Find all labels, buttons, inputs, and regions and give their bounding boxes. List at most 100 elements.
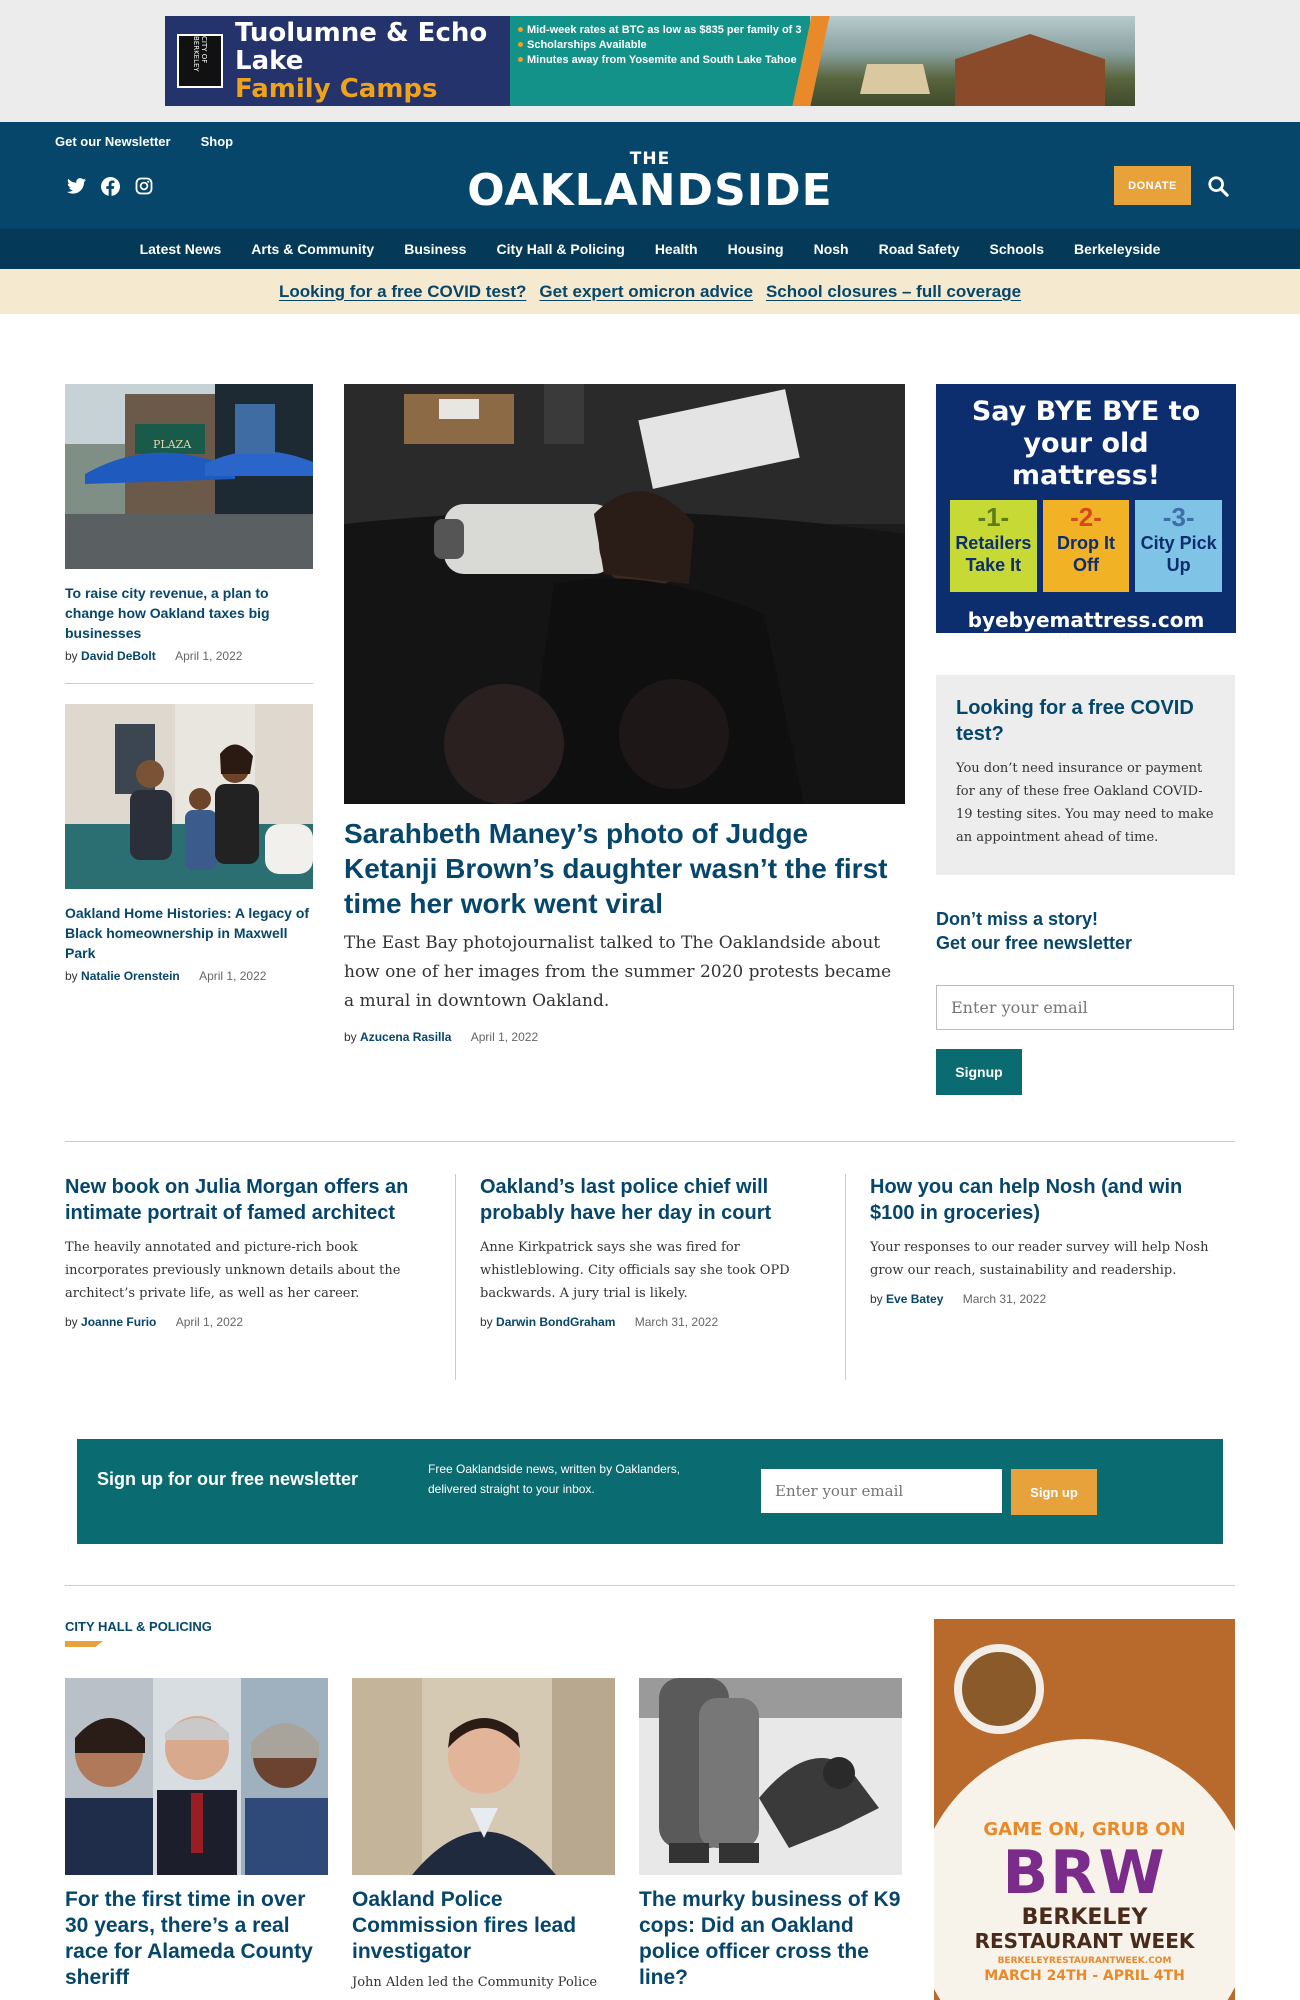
logo-name: OAKLANDSIDE	[467, 165, 833, 216]
search-icon[interactable]	[1207, 175, 1229, 202]
nav-housing[interactable]: Housing	[728, 241, 784, 257]
step-label: Drop It Off	[1057, 533, 1115, 575]
ad-bullets: Mid-week rates at BTC as low as $835 per…	[510, 16, 830, 106]
publish-date: March 31, 2022	[634, 1315, 719, 1329]
ad-bowl-shape	[954, 1644, 1044, 1734]
story-card: PLAZA To raise city revenue, a plan to c…	[65, 384, 313, 663]
nav-business[interactable]: Business	[404, 241, 466, 257]
ad-title-line2: Family Camps	[235, 74, 438, 104]
author-link[interactable]: Darwin BondGraham	[496, 1315, 615, 1329]
story-dek: The heavily annotated and picture-rich b…	[65, 1240, 401, 1301]
alert-link-omicron[interactable]: Get expert omicron advice	[539, 282, 753, 302]
mattress-step: -1- Retailers Take It	[950, 500, 1037, 592]
donate-button[interactable]: DONATE	[1114, 166, 1191, 205]
ad-brw-logo: BRW	[1002, 1838, 1167, 1908]
story-headline[interactable]: New book on Julia Morgan offers an intim…	[65, 1174, 431, 1226]
nav-berkeleyside[interactable]: Berkeleyside	[1074, 241, 1160, 257]
primary-nav: Latest News Arts & Community Business Ci…	[0, 229, 1300, 269]
story-card: New book on Julia Morgan offers an intim…	[65, 1174, 455, 1380]
step-number: -1-	[977, 502, 1010, 532]
ad-bullet: Scholarships Available	[518, 39, 830, 51]
publish-date: March 31, 2022	[962, 1292, 1047, 1306]
newsletter-banner-desc: Free Oaklandside news, written by Oaklan…	[428, 1462, 681, 1496]
story-image[interactable]	[639, 1678, 902, 1875]
alert-link-covid-test[interactable]: Looking for a free COVID test?	[279, 282, 526, 302]
ad-tagline: GAME ON, GRUB ON	[983, 1819, 1186, 1840]
email-field[interactable]	[936, 985, 1234, 1030]
sidebar: Say BYE BYE to your old mattress! -1- Re…	[936, 384, 1236, 1095]
byline-by: by	[870, 1292, 883, 1306]
author-link[interactable]: Natalie Orenstein	[81, 969, 180, 983]
mattress-ad[interactable]: Say BYE BYE to your old mattress! -1- Re…	[936, 384, 1236, 633]
author-link[interactable]: Joanne Furio	[81, 1315, 156, 1329]
city-of-berkeley-badge: CITY OF BERKELEY	[177, 34, 223, 88]
story-card: How you can help Nosh (and win $100 in g…	[845, 1174, 1235, 1380]
byline: by David DeBolt April 1, 2022	[65, 649, 313, 663]
ad-dates: MARCH 24TH - APRIL 4TH	[984, 1968, 1185, 1984]
nav-latest-news[interactable]: Latest News	[140, 241, 222, 257]
ad-photo	[792, 16, 1135, 106]
section-label[interactable]: CITY HALL & POLICING	[65, 1619, 212, 1634]
top-ad-region: CITY OF BERKELEY Tuolumne & Echo Lake Fa…	[0, 0, 1300, 122]
byline: by Eve Batey March 31, 2022	[870, 1292, 1211, 1306]
story-headline[interactable]: For the first time in over 30 years, the…	[65, 1887, 328, 1991]
left-column: PLAZA To raise city revenue, a plan to c…	[65, 384, 313, 983]
story-card: Oakland Police Commission fires lead inv…	[352, 1678, 615, 1993]
restaurant-week-ad-text: GAME ON, GRUB ON BRW BERKELEY RESTAURANT…	[934, 1819, 1235, 1984]
story-image[interactable]	[65, 1678, 328, 1875]
story-headline[interactable]: Oakland Home Histories: A legacy of Blac…	[65, 903, 313, 963]
story-dek: John Alden led the Community Police	[352, 1975, 598, 1990]
alert-bar: Looking for a free COVID test? Get exper…	[0, 269, 1300, 314]
restaurant-week-ad[interactable]: GAME ON, GRUB ON BRW BERKELEY RESTAURANT…	[934, 1619, 1235, 2000]
ad-name-line2: RESTAURANT WEEK	[974, 1929, 1195, 1953]
hero-headline[interactable]: Sarahbeth Maney’s photo of Judge Ketanji…	[344, 816, 905, 921]
nav-arts-community[interactable]: Arts & Community	[251, 241, 374, 257]
story-headline[interactable]: Oakland’s last police chief will probabl…	[480, 1174, 821, 1226]
family-camps-ad[interactable]: CITY OF BERKELEY Tuolumne & Echo Lake Fa…	[165, 16, 1135, 106]
masthead: Get our Newsletter Shop THE OAKLANDSIDE …	[0, 122, 1300, 229]
author-link[interactable]: Azucena Rasilla	[360, 1030, 451, 1044]
mattress-step: -3- City Pick Up	[1135, 500, 1223, 592]
nav-road-safety[interactable]: Road Safety	[879, 241, 960, 257]
step-label: Retailers Take It	[955, 533, 1032, 575]
email-field[interactable]	[761, 1469, 1002, 1513]
divider	[65, 1585, 1235, 1586]
covid-box-title[interactable]: Looking for a free COVID test?	[956, 695, 1215, 747]
hero-image[interactable]	[344, 384, 905, 804]
nav-nosh[interactable]: Nosh	[814, 241, 849, 257]
alert-link-school-closures[interactable]: School closures – full coverage	[766, 282, 1021, 302]
byline-by: by	[344, 1030, 357, 1044]
nav-city-hall-policing[interactable]: City Hall & Policing	[496, 241, 624, 257]
site-logo[interactable]: THE OAKLANDSIDE	[0, 150, 1300, 214]
story-row: New book on Julia Morgan offers an intim…	[65, 1174, 1235, 1380]
byline: by Azucena Rasilla April 1, 2022	[344, 1030, 905, 1044]
signup-button[interactable]: Sign up	[1011, 1469, 1097, 1515]
byline: by Darwin BondGraham March 31, 2022	[480, 1315, 821, 1329]
newsletter-link[interactable]: Get our Newsletter	[55, 134, 171, 149]
story-headline[interactable]: To raise city revenue, a plan to change …	[65, 583, 313, 643]
story-headline[interactable]: How you can help Nosh (and win $100 in g…	[870, 1174, 1211, 1226]
publish-date: April 1, 2022	[175, 1315, 244, 1329]
author-link[interactable]: Eve Batey	[886, 1292, 943, 1306]
mattress-ad-url: byebyemattress.com	[967, 608, 1205, 632]
byline-by: by	[65, 649, 78, 663]
section-story-row: For the first time in over 30 years, the…	[65, 1678, 902, 1993]
story-headline[interactable]: Oakland Police Commission fires lead inv…	[352, 1887, 615, 1965]
author-link[interactable]: David DeBolt	[81, 649, 156, 663]
story-dek: Your responses to our reader survey will…	[870, 1240, 1209, 1278]
shop-link[interactable]: Shop	[201, 134, 234, 149]
byline: by Joanne Furio April 1, 2022	[65, 1315, 431, 1329]
divider	[65, 1141, 1235, 1142]
sidebar-newsletter-title: Don’t miss a story! Get our free newslet…	[936, 907, 1235, 955]
signup-button[interactable]: Signup	[936, 1049, 1022, 1095]
story-headline[interactable]: The murky business of K9 cops: Did an Oa…	[639, 1887, 902, 1991]
sidebar-newsletter: Don’t miss a story! Get our free newslet…	[936, 907, 1235, 1095]
story-image[interactable]	[352, 1678, 615, 1875]
hero-dek: The East Bay photojournalist talked to T…	[344, 933, 892, 1011]
story-image[interactable]	[65, 704, 313, 889]
utility-links: Get our Newsletter Shop	[55, 134, 233, 149]
nav-schools[interactable]: Schools	[990, 241, 1044, 257]
story-image[interactable]: PLAZA	[65, 384, 313, 569]
lodge-shape	[955, 34, 1105, 106]
nav-health[interactable]: Health	[655, 241, 698, 257]
